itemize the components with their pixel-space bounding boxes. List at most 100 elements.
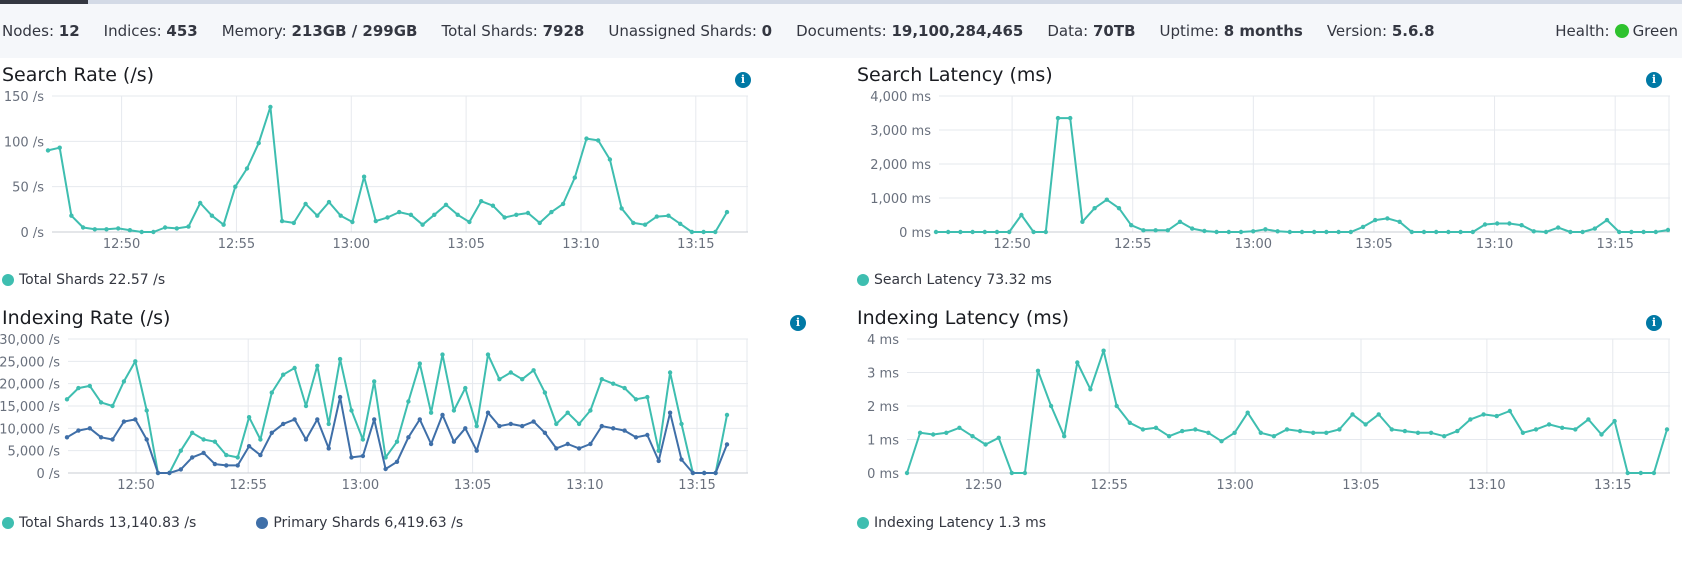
data-point <box>490 203 496 208</box>
data-point <box>361 174 367 179</box>
y-tick-label: 50 /s <box>12 181 44 196</box>
data-point <box>440 352 445 357</box>
data-point <box>178 467 183 472</box>
data-point <box>713 470 718 476</box>
data-point <box>57 145 62 150</box>
data-point <box>619 206 624 211</box>
health-dot-icon <box>1614 24 1629 38</box>
data-point <box>1031 229 1036 235</box>
legend-swatch <box>857 517 869 529</box>
data-point <box>611 426 616 431</box>
info-icon[interactable]: i <box>1646 315 1662 331</box>
data-point <box>1363 422 1368 427</box>
data-point <box>549 209 554 215</box>
chart-legend: Total Shards 13,140.83 /s Primary Shards… <box>2 515 523 531</box>
data-point <box>326 421 331 427</box>
stat-memory: Memory: 213GB / 299GB <box>221 22 418 40</box>
data-point <box>1337 427 1342 432</box>
data-point <box>428 410 434 415</box>
stat-version: Version: 5.6.8 <box>1326 22 1435 40</box>
data-point <box>258 437 263 442</box>
data-point <box>246 415 252 420</box>
data-point <box>485 410 491 415</box>
chart-legend: Indexing Latency 1.3 ms <box>857 515 1106 531</box>
data-point <box>554 421 559 427</box>
data-point <box>1543 229 1549 235</box>
data-point <box>383 466 388 472</box>
data-point <box>1665 227 1670 233</box>
data-point <box>1153 425 1159 430</box>
indexing-rate-chart: 12:50 12:55 13:00 13:05 13:10 13:15 0 /s 5,000 … <box>0 333 748 493</box>
data-point <box>1402 428 1408 434</box>
data-point <box>1397 219 1402 224</box>
data-point <box>133 359 138 364</box>
data-point <box>246 444 252 449</box>
data-point <box>1245 410 1250 415</box>
data-point <box>92 227 98 232</box>
chart-legend: Total Shards 22.57 /s <box>2 272 225 288</box>
data-point <box>1507 408 1512 414</box>
data-point <box>520 377 525 382</box>
y-tick-label: 1,000 ms <box>870 192 931 207</box>
x-tick-label: 13:05 <box>1342 478 1379 493</box>
data-point <box>420 222 425 227</box>
data-point <box>258 452 263 458</box>
legend-item[interactable]: Indexing Latency 1.3 ms <box>857 515 1046 531</box>
data-point <box>1604 217 1610 223</box>
info-icon[interactable]: i <box>735 72 751 88</box>
data-point <box>167 470 172 476</box>
stat-data: Data: 70TB <box>1047 22 1136 40</box>
x-tick-label: 13:05 <box>447 237 484 252</box>
health-label: Health: <box>1555 22 1610 40</box>
data-point <box>45 148 51 153</box>
data-point <box>508 370 513 375</box>
data-point <box>1580 229 1585 235</box>
x-tick-label: 13:05 <box>1355 237 1392 252</box>
data-point <box>394 459 400 464</box>
data-point <box>576 421 582 427</box>
data-point <box>1560 425 1565 430</box>
data-point <box>291 220 296 226</box>
data-point <box>397 209 402 215</box>
y-tick-label: 2,000 ms <box>870 158 931 173</box>
data-point <box>642 222 648 227</box>
data-point <box>76 428 81 433</box>
data-point <box>1373 217 1378 223</box>
data-point <box>1421 229 1427 235</box>
data-point <box>1088 387 1093 392</box>
x-tick-label: 13:10 <box>1476 237 1513 252</box>
x-tick-label: 13:00 <box>1216 478 1253 493</box>
legend-item[interactable]: Search Latency 73.32 ms <box>857 272 1052 288</box>
x-tick-label: 12:55 <box>218 237 255 252</box>
data-point <box>235 463 240 468</box>
legend-item[interactable]: Primary Shards 6,419.63 /s <box>256 515 463 531</box>
data-point <box>702 470 707 476</box>
data-point <box>349 408 354 413</box>
data-point <box>1035 368 1041 373</box>
data-point <box>970 229 975 235</box>
data-point <box>1092 206 1097 211</box>
legend-label: Total Shards 13,140.83 /s <box>19 515 197 531</box>
legend-item[interactable]: Total Shards 22.57 /s <box>2 272 165 288</box>
info-icon[interactable]: i <box>1646 72 1662 88</box>
data-point <box>996 435 1001 440</box>
data-point <box>1664 427 1670 432</box>
x-tick-label: 13:10 <box>566 478 603 493</box>
info-icon[interactable]: i <box>790 315 806 331</box>
data-point <box>983 442 988 447</box>
x-tick-label: 13:10 <box>1468 478 1505 493</box>
data-point <box>1114 403 1119 409</box>
data-point <box>1531 229 1536 234</box>
data-point <box>360 437 366 442</box>
y-tick-label: 0 ms <box>867 467 899 482</box>
data-point <box>144 437 149 442</box>
data-point <box>1202 228 1207 234</box>
y-tick-label: 15,000 /s <box>0 400 60 415</box>
legend-item[interactable]: Total Shards 13,140.83 /s <box>2 515 196 531</box>
data-point <box>679 421 684 427</box>
data-point <box>1629 229 1634 235</box>
x-tick-label: 13:10 <box>562 237 599 252</box>
data-point <box>76 385 81 391</box>
x-tick-label: 12:50 <box>103 237 140 252</box>
y-tick-label: 0 /s <box>20 226 44 241</box>
